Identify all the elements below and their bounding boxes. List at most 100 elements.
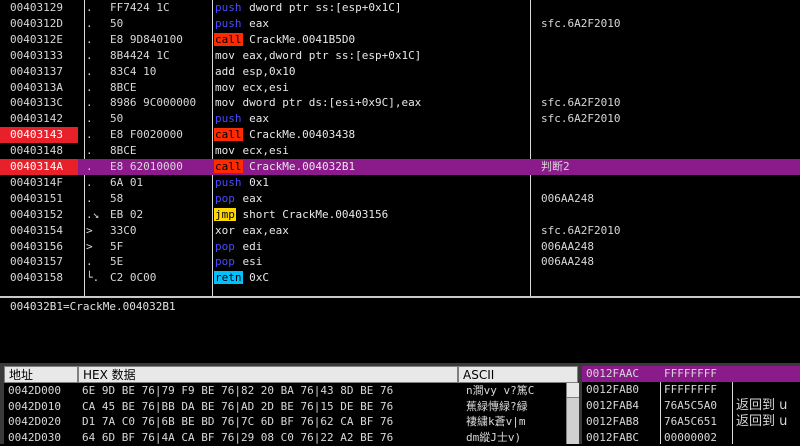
dump-header-address[interactable]: 地址 [4,366,78,383]
disasm-mnemonic: pop [215,255,235,269]
disasm-mnemonic: push [215,175,242,189]
disasm-row[interactable]: 0040314F. 6A 01 push 0x1 [0,175,800,191]
disasm-row[interactable]: 0040314A. E8 62010000 call CrackMe.004032B… [0,159,800,175]
disasm-row[interactable]: 00403151. 58 pop eax 006AA248 [0,191,800,207]
disasm-operands: CrackMe.004032B1 [249,160,356,173]
disasm-flow-mark: . [86,144,93,158]
disasm-operands: ecx,esi [242,80,289,94]
dump-address: 0042D010 [8,399,61,413]
disasm-comment: 判断2 [541,160,570,173]
disasm-flow-mark: . [86,128,93,142]
disasm-row[interactable]: 00403158 └. C2 0C00 retn 0xC [0,270,800,286]
disasm-row[interactable]: 00403157. 5E pop esi 006AA248 [0,254,800,270]
disasm-instruction: retn 0xC [214,270,529,286]
disasm-flow-mark: > [86,223,93,237]
disasm-instruction: call CrackMe.00403438 [214,127,529,143]
disasm-operands: short CrackMe.00403156 [242,207,389,221]
stack-row[interactable]: 0012FAB8 76A5C651 返回到 u [582,414,800,430]
disasm-operands: esp,0x10 [242,64,296,78]
disasm-flow-mark: .↘ [86,207,100,221]
dump-hex: D1 7A C0 76|6B BE BD 76|7C 6D BF 76|62 C… [82,415,394,428]
disasm-flow-mark: . [86,16,93,30]
disasm-flow-mark: . [86,175,93,189]
disasm-hex: 5E [110,255,124,269]
disasm-flow-mark: . [86,48,93,62]
memory-dump-pane[interactable]: 0042D000 6E 9D BE 76|79 F9 BE 76|82 20 BA… [4,383,579,444]
disasm-address: 00403129 [10,1,63,14]
disasm-row[interactable]: 00403143. E8 F0020000 call CrackMe.0040343… [0,127,800,144]
disasm-address: 00403157 [10,255,63,269]
info-text: 004032B1=CrackMe.004032B1 [10,300,176,313]
disasm-mnemonic: push [215,16,242,30]
disasm-row[interactable]: 00403142. 50 push eax sfc.6A2F2010 [0,111,800,127]
disasm-mnemonic: jmp [214,207,236,221]
disasm-flow-mark: . [86,64,93,78]
disasm-instruction: mov dword ptr ds:[esi+0x9C],eax [214,95,529,111]
disasm-operands: 0xC [249,271,269,285]
stack-value: FFFFFFFF [664,383,717,396]
disasm-row[interactable]: 00403154 >33C0 xor eax,eax sfc.6A2F2010 [0,223,800,239]
stack-value: FFFFFFFF [664,367,717,380]
stack-address: 0012FAB8 [586,415,639,428]
disasm-address: 00403148 [10,144,63,158]
disasm-row[interactable]: 0040312E. E8 9D840100 call CrackMe.0041B5D… [0,32,800,48]
disasm-hex: 6A 01 [110,175,144,189]
disasm-address: 00403137 [10,64,63,78]
disasm-comment: sfc.6A2F2010 [541,112,621,126]
dump-hex: 6E 9D BE 76|79 F9 BE 76|82 20 BA 76|43 8… [82,384,394,397]
disasm-operands: eax,dword ptr ss:[esp+0x1C] [242,48,422,62]
stack-pane[interactable]: 0012FAAC FFFFFFFF 0012FAB0 FFFFFFFF 0012FAB4… [582,366,800,444]
disasm-address: 0040313A [10,80,63,94]
disasm-instruction: call CrackMe.0041B5D0 [214,32,529,48]
disasm-mnemonic: call [214,32,243,46]
stack-value: 76A5C5A0 [664,399,717,412]
disasm-comment: 006AA248 [541,191,594,205]
dump-address: 0042D030 [8,430,61,444]
disasm-comment: sfc.6A2F2010 [541,96,621,110]
disasm-row[interactable]: 0040313A. 8BCE mov ecx,esi [0,80,800,96]
disasm-mnemonic: pop [215,191,235,205]
scroll-up-button[interactable] [567,383,579,398]
disasm-row[interactable]: 0040313C. 8986 9C000000 mov dword ptr ds:[… [0,95,800,111]
disasm-comment: sfc.6A2F2010 [541,16,621,30]
disasm-instruction: mov ecx,esi [214,143,529,159]
stack-row[interactable]: 0012FAB0 FFFFFFFF [582,382,800,398]
disasm-instruction: pop esi [214,254,529,270]
disasm-row[interactable]: 00403156 >5F pop edi 006AA248 [0,239,800,255]
disassembly-pane[interactable]: 00403129. FF7424 1C push dword ptr ss:[esp… [0,0,800,296]
disasm-operands: eax [249,16,269,30]
dump-scrollbar[interactable] [566,383,579,444]
disasm-address: 0040314A [0,159,78,175]
disasm-mnemonic: xor [215,223,235,237]
disasm-hex: 50 [110,16,124,30]
disasm-flow-mark: . [86,255,93,269]
dump-ascii: n澗vy v?篤C [466,384,535,397]
disasm-instruction: add esp,0x10 [214,64,529,80]
disasm-mnemonic: mov [215,96,235,110]
disasm-flow-mark: . [86,160,93,173]
disasm-hex: E8 9D840100 [110,32,183,46]
disasm-comment: 006AA248 [541,255,594,269]
disasm-row[interactable]: 00403137. 83C4 10 add esp,0x10 [0,64,800,80]
disasm-hex: 33C0 [110,223,137,237]
dump-header-hex[interactable]: HEX 数据 [78,366,458,383]
dump-ascii: 蕉緑慱緑?緑 [466,399,528,413]
disasm-flow-mark: . [86,96,93,110]
disasm-comment [541,127,800,143]
disasm-row[interactable]: 00403133. 8B4424 1C mov eax,dword ptr ss:[… [0,48,800,64]
disasm-operands: dword ptr ds:[esi+0x9C],eax [242,96,422,110]
stack-address: 0012FAAC [586,367,639,380]
disasm-instruction: mov eax,dword ptr ss:[esp+0x1C] [214,48,529,64]
disasm-row[interactable]: 00403129. FF7424 1C push dword ptr ss:[esp… [0,0,800,16]
disasm-row[interactable]: 00403152 .↘ EB 02 jmp short CrackMe.0040315… [0,207,800,223]
stack-row[interactable]: 0012FAB4 76A5C5A0 返回到 u [582,398,800,414]
disasm-operands: eax,eax [242,223,289,237]
stack-comment: 返回到 u [736,398,788,413]
disasm-hex: C2 0C00 [110,271,157,285]
dump-header-ascii[interactable]: ASCII [458,366,578,383]
disasm-hex: EB 02 [110,207,144,221]
disasm-row[interactable]: 00403148. 8BCE mov ecx,esi [0,143,800,159]
disasm-row[interactable]: 0040312D. 50 push eax sfc.6A2F2010 [0,16,800,32]
stack-row[interactable]: 0012FAAC FFFFFFFF [582,366,800,382]
disasm-hex: 50 [110,112,124,126]
